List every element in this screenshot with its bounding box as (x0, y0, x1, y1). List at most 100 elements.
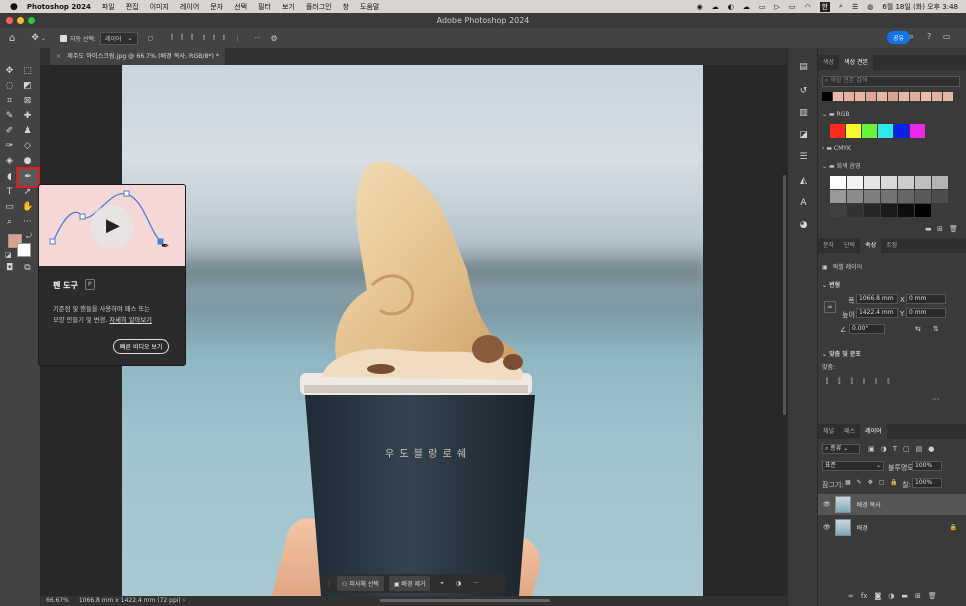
gray-swatch[interactable] (864, 204, 880, 217)
stamp-tool-icon[interactable]: ♟ (22, 126, 33, 137)
transform-section[interactable]: ⌄ 변형 (822, 280, 840, 289)
recent-swatch[interactable] (877, 92, 887, 101)
filter-adjust-icon[interactable]: ◑ (881, 445, 887, 453)
brush-tool-icon[interactable]: ✐ (4, 126, 15, 137)
filter-toggle-icon[interactable]: ● (928, 445, 934, 453)
eraser-tool-icon[interactable]: ◇ (22, 141, 33, 152)
status-icon[interactable]: ◐ (728, 3, 734, 11)
gray-swatch[interactable] (932, 176, 948, 189)
gray-swatch[interactable] (830, 176, 846, 189)
rectangle-tool-icon[interactable]: ▭ (4, 202, 15, 213)
recent-swatch[interactable] (910, 92, 920, 101)
healing-tool-icon[interactable]: ✚ (22, 111, 33, 122)
recent-swatch[interactable] (855, 92, 865, 101)
recent-swatch[interactable] (866, 92, 876, 101)
align-left-icon[interactable]: ⫿ (826, 377, 828, 386)
libraries-icon[interactable]: ▤ (798, 62, 809, 73)
eyedropper-tool-icon[interactable]: ✎ (4, 111, 15, 122)
quick-mask-icon[interactable]: ◘ (4, 263, 15, 274)
menu-plugins[interactable]: 플러그인 (306, 2, 332, 12)
lock-transparent-icon[interactable]: ▦ (845, 479, 851, 486)
fill-input[interactable]: 100% (912, 478, 942, 488)
width-input[interactable]: 1066.8 mm (856, 294, 898, 304)
gray-swatch[interactable] (847, 190, 863, 203)
filter-pixel-icon[interactable]: ▣ (868, 445, 875, 453)
align-middle-icon[interactable]: ⫾ (213, 34, 215, 42)
home-icon[interactable]: ⌂ (9, 33, 15, 44)
align-right-icon[interactable]: ⫿ (191, 34, 193, 42)
menu-help[interactable]: 도움말 (360, 2, 379, 12)
gray-swatch[interactable] (881, 190, 897, 203)
menu-select[interactable]: 선택 (234, 2, 247, 12)
align-left-icon[interactable]: ⫿ (171, 34, 173, 42)
properties-more-button[interactable]: ··· (932, 395, 940, 404)
quick-video-button[interactable]: 빠른 비디오 보기 (113, 339, 170, 354)
document-image[interactable]: 우 도 블 랑 로 쉐 (122, 65, 703, 596)
x-input[interactable]: 0 mm (906, 294, 946, 304)
tool-preset-chevron-icon[interactable]: ⌄ (41, 35, 46, 42)
vertical-scrollbar[interactable] (783, 175, 786, 415)
screen-mode-icon[interactable]: ⧉ (22, 263, 33, 274)
swatch-group-rgb[interactable]: ⌄ ▬ RGB (822, 111, 849, 118)
align-bottom-icon[interactable]: ⫾ (223, 34, 225, 42)
creative-cloud-icon[interactable]: ☁ (712, 3, 719, 11)
chevron-right-icon[interactable]: › (183, 597, 185, 604)
new-group-icon[interactable]: ▬ (925, 225, 932, 233)
gray-swatch[interactable] (847, 204, 863, 217)
gray-swatch[interactable] (830, 204, 846, 217)
lock-position-icon[interactable]: ✥ (868, 479, 873, 486)
menu-window[interactable]: 창 (343, 2, 349, 12)
blur-tool-icon[interactable]: ● (22, 156, 33, 167)
more-options-icon[interactable]: ··· (255, 35, 261, 42)
history-icon[interactable]: ↺ (798, 86, 809, 97)
angle-input[interactable]: 0.00° (849, 324, 885, 334)
more-tools-icon[interactable]: ··· (22, 217, 33, 228)
histogram-icon[interactable]: ▥ (798, 108, 809, 119)
filter-type-icon[interactable]: T (893, 445, 897, 453)
transform-icon[interactable]: ⌖ (440, 580, 443, 588)
wifi-icon[interactable]: ◠ (804, 3, 810, 11)
workspace-icon[interactable]: ▭ (943, 32, 951, 41)
marquee-tool-icon[interactable]: ⬚ (22, 66, 33, 77)
recent-swatch[interactable] (932, 92, 942, 101)
search-icon[interactable]: ⌕ (909, 32, 914, 42)
new-layer-icon[interactable]: ⊞ (915, 592, 921, 600)
tab-layers[interactable]: 레이어 (860, 424, 887, 439)
frame-tool-icon[interactable]: ⊠ (22, 96, 33, 107)
swap-colors-icon[interactable]: ⤾ (26, 232, 32, 241)
play-circle-icon[interactable]: ▷ (774, 3, 779, 11)
brush-settings-icon[interactable]: ◭ (798, 176, 809, 187)
transform-controls-checkbox[interactable]: ▢ (148, 35, 154, 42)
clock[interactable]: 6월 18일 (화) 오후 3:48 (882, 2, 958, 12)
lock-all-icon[interactable]: 🔒 (890, 479, 897, 486)
tab-channels[interactable]: 채널 (818, 424, 839, 439)
object-select-tool-icon[interactable]: ◩ (22, 81, 33, 92)
align-right-icon[interactable]: ⫿ (851, 377, 853, 386)
recent-swatch[interactable] (844, 92, 854, 101)
gray-swatch[interactable] (881, 204, 897, 217)
gray-swatch[interactable] (830, 190, 846, 203)
control-center-icon[interactable]: ☰ (852, 3, 858, 11)
adjustments-icon[interactable]: ◪ (798, 130, 809, 141)
background-color-swatch[interactable] (17, 243, 31, 257)
layer-row[interactable]: 👁 배경 복사 (818, 494, 966, 515)
lock-pixels-icon[interactable]: ✎ (857, 479, 862, 486)
rgb-swatch[interactable] (846, 124, 861, 138)
input-method[interactable]: 한 (819, 1, 831, 12)
display-icon[interactable]: ▭ (759, 3, 766, 11)
layer-row[interactable]: 👁 배경 🔒 (818, 517, 966, 538)
gray-swatch[interactable] (898, 190, 914, 203)
remove-background-button[interactable]: ▣ 배경 제거 (388, 576, 431, 591)
minimize-window-button[interactable] (17, 17, 24, 24)
move-tool-icon[interactable]: ✥ (31, 33, 39, 43)
mask-icon[interactable]: ◑ (456, 580, 461, 587)
align-top-icon[interactable]: ⫾ (863, 377, 865, 386)
gray-swatch[interactable] (864, 176, 880, 189)
height-input[interactable]: 1422.4 mm (856, 308, 898, 318)
swatch-group-gray[interactable]: ⌄ ▬ 회색 음영 (822, 161, 861, 170)
visibility-eye-icon[interactable]: 👁 (823, 524, 831, 531)
hand-tool-icon[interactable]: ✋ (22, 202, 33, 213)
gray-swatch[interactable] (864, 190, 880, 203)
tab-character[interactable]: 문자 (818, 238, 839, 253)
siri-icon[interactable]: ◍ (867, 3, 873, 11)
